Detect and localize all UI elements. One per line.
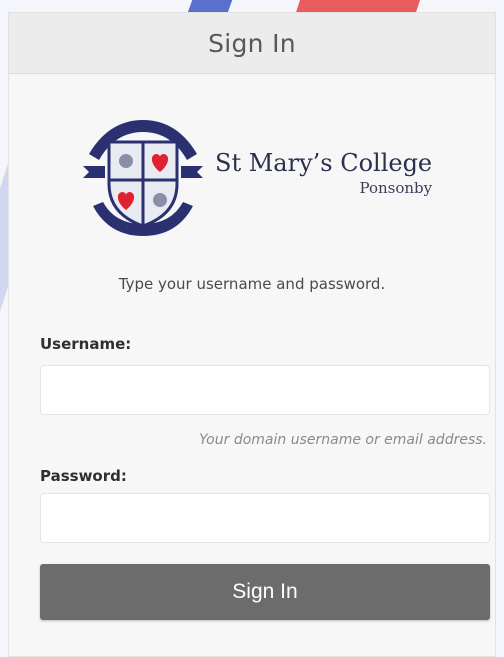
username-label: Username: (40, 335, 132, 353)
password-label: Password: (40, 467, 127, 485)
page-title: Sign In (208, 28, 296, 58)
sign-in-button[interactable]: Sign In (40, 564, 490, 620)
sign-in-panel: Sign In St Mary’s College Ponsonby Type … (8, 12, 496, 657)
panel-header: Sign In (9, 13, 495, 74)
college-name: St Mary’s College (215, 149, 433, 177)
username-input[interactable] (40, 365, 490, 415)
school-crest-icon (83, 120, 203, 236)
college-subtitle: Ponsonby (359, 179, 433, 197)
instruction-text: Type your username and password. (118, 275, 386, 293)
password-input[interactable] (40, 493, 490, 543)
college-logo: St Mary’s College Ponsonby (79, 111, 449, 241)
college-wordmark: St Mary’s College Ponsonby (215, 149, 432, 197)
username-hint: Your domain username or email address. (199, 432, 487, 448)
